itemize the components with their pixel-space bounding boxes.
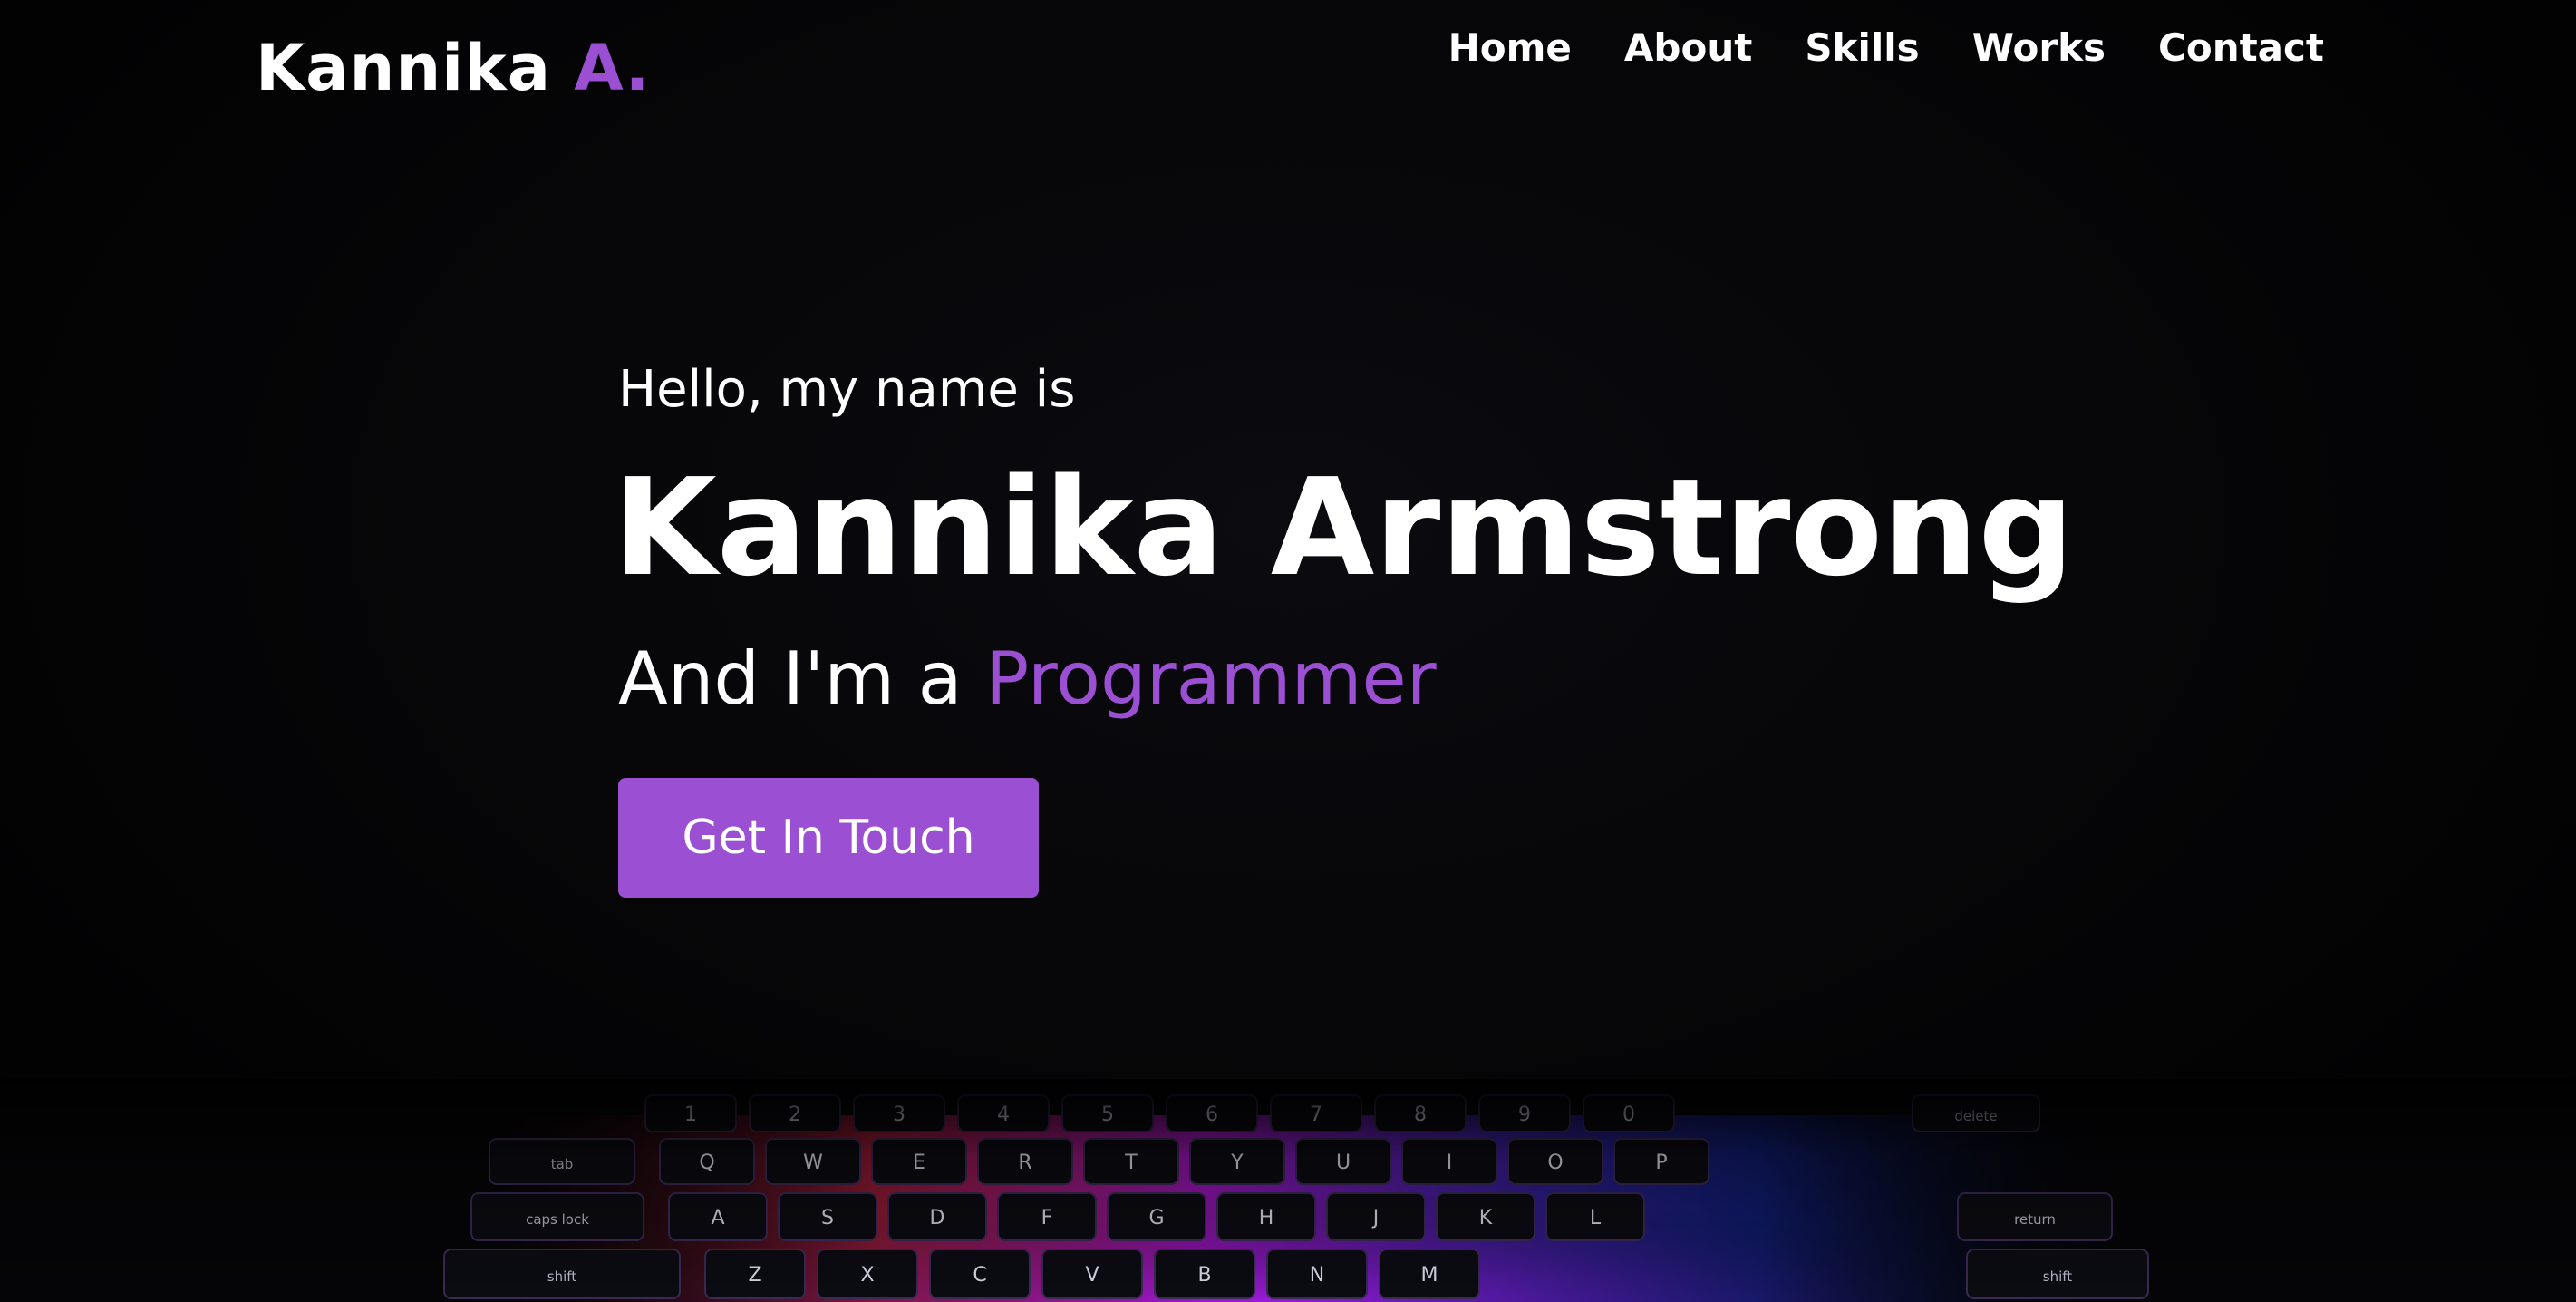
hero-section: Hello, my name is Kannika Armstrong And …	[613, 354, 2159, 898]
hero-greeting: Hello, my name is	[618, 360, 1076, 419]
nav-about[interactable]: About	[1624, 18, 1752, 78]
hero-role: And I'm a Programmer	[618, 629, 2159, 729]
site-logo[interactable]: Kannika A.	[256, 27, 650, 109]
nav-skills[interactable]: Skills	[1805, 18, 1919, 78]
hero-name: Kannika Armstrong	[613, 450, 2075, 606]
landing-page: Kannika A. Home About Skills Works Conta…	[0, 0, 2576, 1302]
nav-home[interactable]: Home	[1448, 18, 1572, 78]
nav-contact[interactable]: Contact	[2158, 18, 2324, 78]
keyboard-background-image: 1234567890QWERTYUIOPASDFGHJKLZXCVBNMtabc…	[0, 1079, 2576, 1302]
get-in-touch-button[interactable]: Get In Touch	[618, 778, 1039, 898]
hero-role-title: Programmer	[985, 636, 1437, 721]
keyboard-illustration: 1234567890QWERTYUIOPASDFGHJKLZXCVBNMtabc…	[0, 1079, 2576, 1302]
nav-works[interactable]: Works	[1972, 18, 2106, 78]
logo-text: Kannika	[256, 31, 551, 105]
logo-accent: A.	[574, 31, 651, 105]
main-nav: Home About Skills Works Contact	[1448, 18, 2324, 78]
hero-role-prefix: And I'm a	[618, 636, 963, 721]
